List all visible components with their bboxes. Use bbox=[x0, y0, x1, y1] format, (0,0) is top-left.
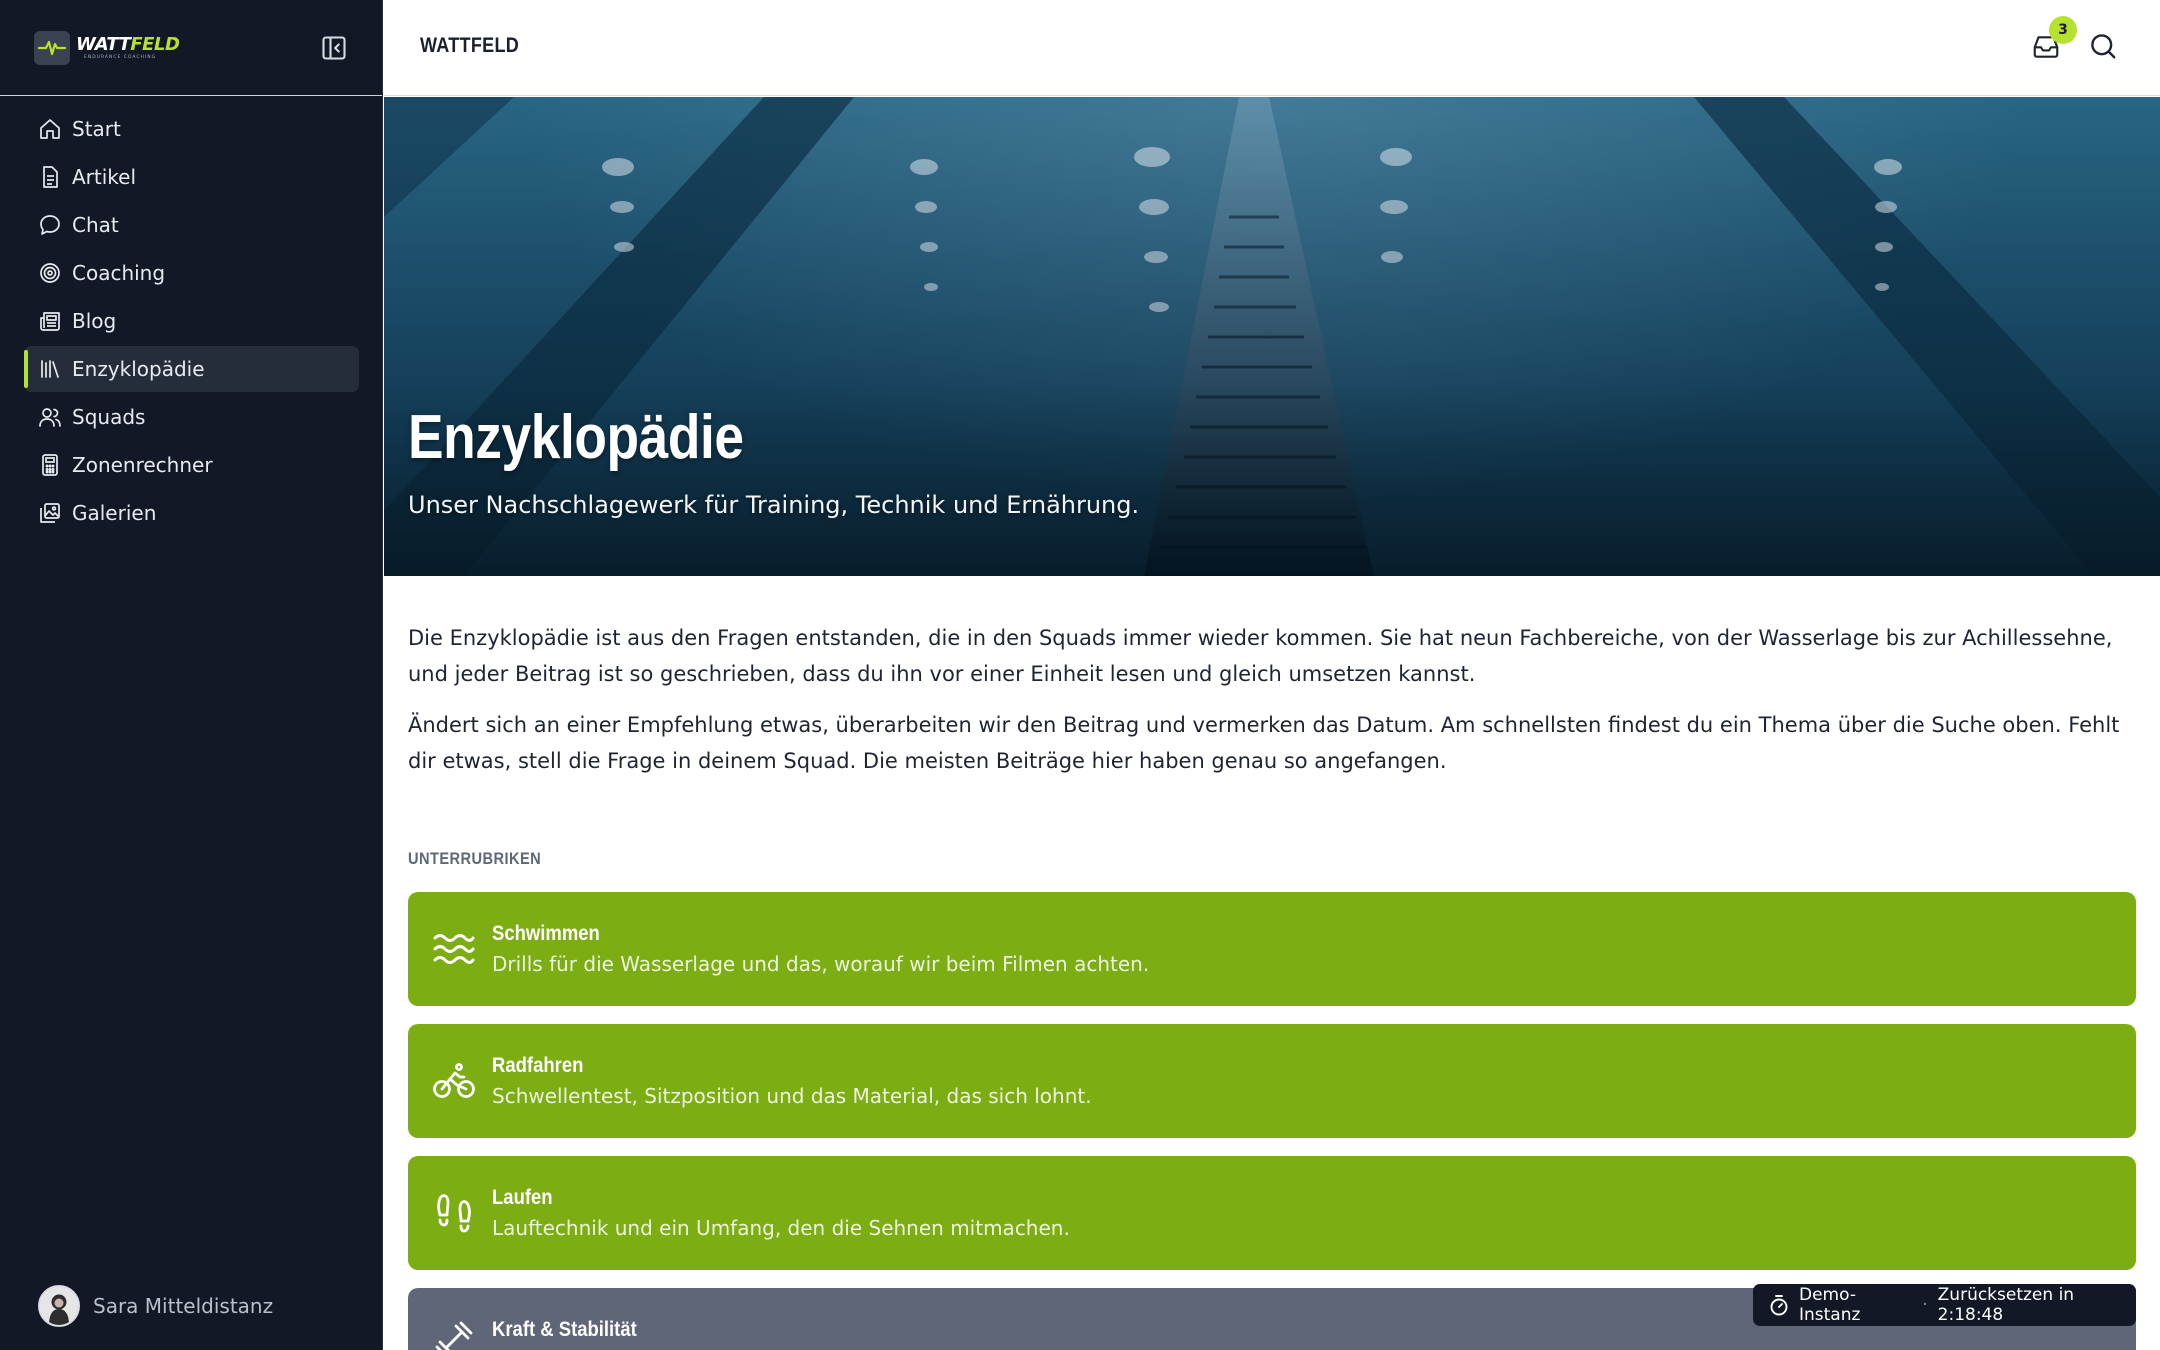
home-icon bbox=[38, 117, 62, 141]
chat-bubble-icon bbox=[38, 213, 62, 237]
calculator-icon bbox=[38, 453, 62, 477]
sidebar-item-zonenrechner[interactable]: Zonenrechner bbox=[24, 442, 359, 488]
card-title: Kraft & Stabilität bbox=[492, 1318, 637, 1341]
section-heading: UNTERRUBRIKEN bbox=[408, 849, 542, 868]
demo-instance-banner: Demo-Instanz · Zurücksetzen in 2:18:48 bbox=[1753, 1284, 2136, 1326]
sidebar-nav: Start Artikel Chat Coaching Blog Enzyklo… bbox=[0, 106, 383, 538]
subsection-card-radfahren[interactable]: Radfahren Schwellentest, Sitzposition un… bbox=[408, 1024, 2136, 1138]
sidebar-item-start[interactable]: Start bbox=[24, 106, 359, 152]
card-title: Radfahren bbox=[492, 1054, 584, 1077]
card-description: Drills für die Wasserlage und das, worau… bbox=[492, 952, 1150, 976]
subsection-card-laufen[interactable]: Laufen Lauftechnik und ein Umfang, den d… bbox=[408, 1156, 2136, 1270]
sidebar-item-label: Zonenrechner bbox=[72, 453, 213, 477]
stopwatch-icon bbox=[1769, 1294, 1789, 1316]
demo-label: Demo-Instanz bbox=[1799, 1285, 1861, 1325]
search-icon bbox=[2088, 31, 2118, 65]
sidebar: WATTFELD ENDURANCE COACHING Start Artike… bbox=[0, 0, 383, 1350]
intro-text: Die Enzyklopädie ist aus den Fragen ents… bbox=[408, 620, 2136, 794]
inbox-button[interactable]: 3 bbox=[2028, 16, 2077, 66]
sidebar-item-label: Galerien bbox=[72, 501, 157, 525]
dumbbell-icon bbox=[432, 1318, 476, 1350]
search-button[interactable] bbox=[2085, 30, 2121, 66]
sidebar-item-label: Artikel bbox=[72, 165, 137, 189]
sidebar-item-chat[interactable]: Chat bbox=[24, 202, 359, 248]
user-profile[interactable]: Sara Mitteldistanz bbox=[38, 1285, 273, 1327]
intro-paragraph: Ändert sich an einer Empfehlung etwas, ü… bbox=[408, 713, 2120, 773]
users-icon bbox=[38, 405, 62, 429]
brand-logo[interactable]: WATTFELD ENDURANCE COACHING bbox=[34, 30, 180, 66]
card-title: Laufen bbox=[492, 1186, 553, 1209]
page-brand-title: WATTFELD bbox=[420, 34, 520, 57]
sidebar-item-label: Blog bbox=[72, 309, 117, 333]
collapse-sidebar-icon[interactable] bbox=[319, 33, 349, 63]
sidebar-item-label: Squads bbox=[72, 405, 146, 429]
reset-countdown: Zurücksetzen in 2:18:48 bbox=[1937, 1285, 2075, 1325]
newspaper-icon bbox=[38, 309, 62, 333]
sidebar-item-galerien[interactable]: Galerien bbox=[24, 490, 359, 536]
separator-dot: · bbox=[1922, 1295, 1928, 1315]
bike-icon bbox=[432, 1059, 476, 1103]
top-bar: WATTFELD 3 bbox=[384, 0, 2160, 96]
page-subtitle: Unser Nachschlagewerk für Training, Tech… bbox=[408, 491, 1140, 519]
user-name: Sara Mitteldistanz bbox=[93, 1294, 274, 1318]
waves-icon bbox=[432, 927, 476, 971]
sidebar-item-label: Enzyklopädie bbox=[72, 357, 205, 381]
card-description: Schwellentest, Sitzposition und das Mate… bbox=[492, 1084, 1092, 1108]
sidebar-item-coaching[interactable]: Coaching bbox=[24, 250, 359, 296]
footprints-icon bbox=[432, 1191, 476, 1235]
gallery-icon bbox=[38, 501, 62, 525]
sidebar-item-squads[interactable]: Squads bbox=[24, 394, 359, 440]
sidebar-item-artikel[interactable]: Artikel bbox=[24, 154, 359, 200]
pulse-icon bbox=[34, 31, 70, 65]
sidebar-item-label: Start bbox=[72, 117, 121, 141]
library-icon bbox=[38, 357, 62, 381]
sidebar-item-label: Chat bbox=[72, 213, 119, 237]
sidebar-item-label: Coaching bbox=[72, 261, 166, 285]
page-title: Enzyklopädie bbox=[408, 403, 744, 472]
avatar bbox=[38, 1285, 80, 1327]
notification-badge: 3 bbox=[2049, 16, 2077, 44]
card-description: Lauftechnik und ein Umfang, den die Sehn… bbox=[492, 1216, 1070, 1240]
target-icon bbox=[38, 261, 62, 285]
document-icon bbox=[38, 165, 62, 189]
hero-banner: Enzyklopädie Unser Nachschlagewerk für T… bbox=[384, 97, 2160, 576]
subsection-card-schwimmen[interactable]: Schwimmen Drills für die Wasserlage und … bbox=[408, 892, 2136, 1006]
intro-paragraph: Die Enzyklopädie ist aus den Fragen ents… bbox=[408, 626, 2113, 686]
sidebar-item-blog[interactable]: Blog bbox=[24, 298, 359, 344]
sidebar-item-enzyklopaedie[interactable]: Enzyklopädie bbox=[24, 346, 359, 392]
sidebar-header: WATTFELD ENDURANCE COACHING bbox=[0, 0, 382, 96]
card-title: Schwimmen bbox=[492, 922, 600, 945]
